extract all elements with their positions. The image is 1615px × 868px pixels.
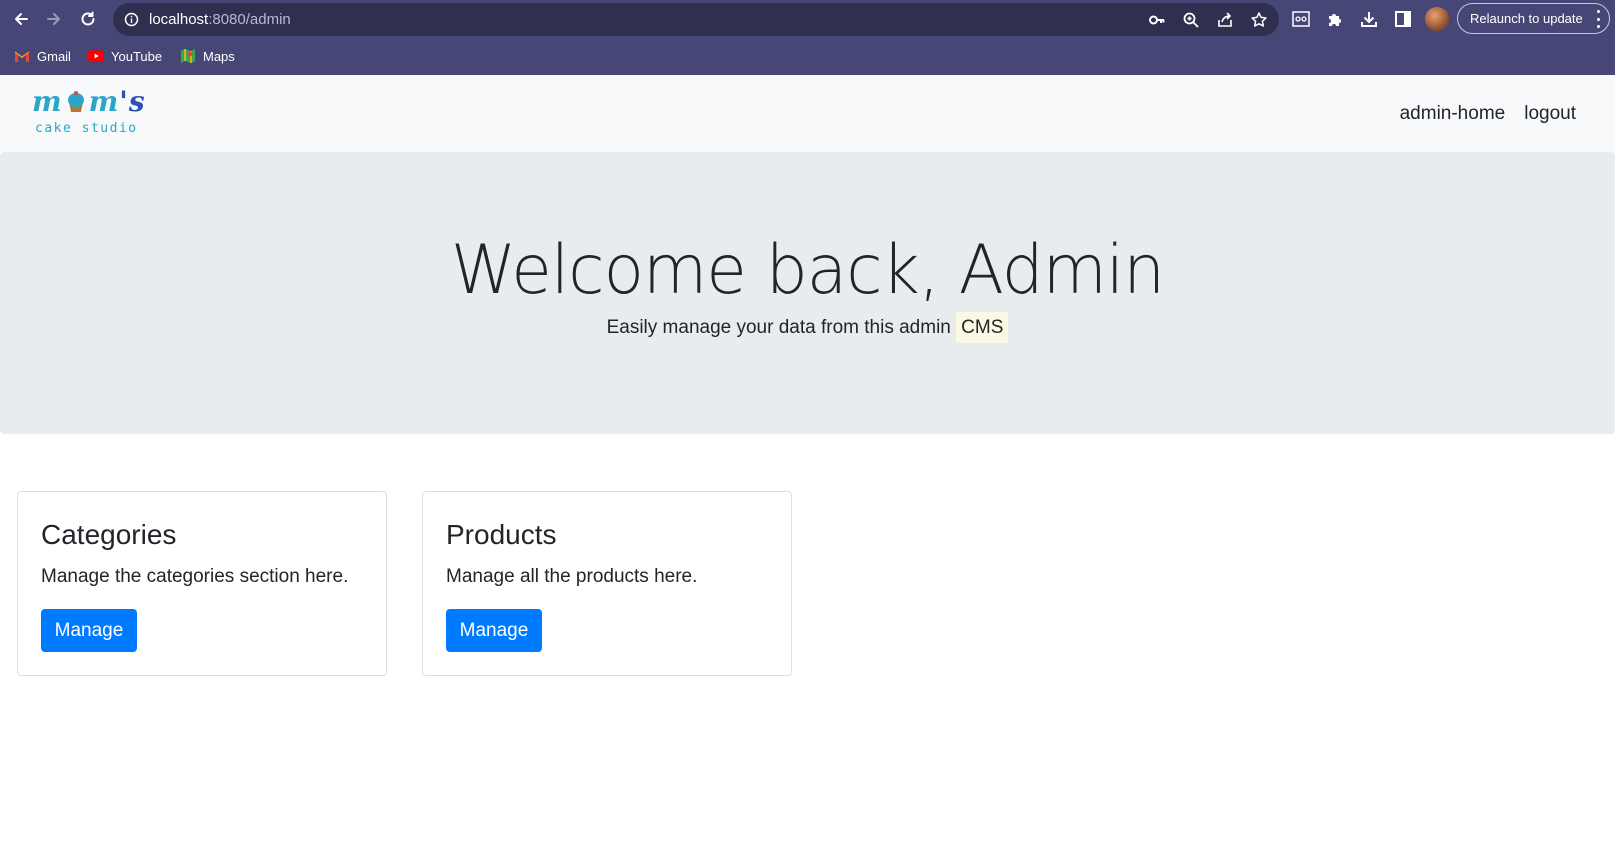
- bookmark-youtube[interactable]: YouTube: [88, 44, 162, 68]
- card-title: Categories: [41, 519, 177, 550]
- gmail-icon: [14, 48, 30, 64]
- side-panel-icon[interactable]: [1391, 7, 1415, 31]
- bookmark-maps[interactable]: Maps: [180, 44, 235, 68]
- card-title: Products: [446, 519, 557, 550]
- bookmarks-bar: Gmail YouTube Maps: [0, 44, 600, 68]
- bookmark-gmail[interactable]: Gmail: [14, 44, 71, 68]
- forward-button[interactable]: [42, 7, 66, 31]
- relaunch-button[interactable]: Relaunch to update: [1457, 3, 1610, 34]
- manage-products-button[interactable]: Manage: [446, 609, 542, 652]
- extension-screen-icon[interactable]: [1289, 7, 1313, 31]
- puzzle-icon[interactable]: [1323, 7, 1347, 31]
- arrow-left-icon: [15, 13, 28, 25]
- card-categories: Categories Manage the categories section…: [17, 491, 387, 676]
- manage-categories-button[interactable]: Manage: [41, 609, 137, 652]
- hero-subtitle-mark: CMS: [956, 312, 1009, 343]
- nav-admin-home[interactable]: admin-home: [1400, 103, 1506, 125]
- card-text: Manage all the products here.: [446, 566, 698, 587]
- nav-links: admin-home logout: [1400, 103, 1576, 125]
- address-bar[interactable]: localhost:8080/admin: [113, 3, 1279, 36]
- hero-subtitle: Easily manage your data from this admin …: [0, 312, 1615, 343]
- zoom-icon[interactable]: [1180, 9, 1202, 31]
- star-icon[interactable]: [1248, 9, 1270, 31]
- key-icon[interactable]: [1146, 9, 1168, 31]
- logo-tagline: cake studio: [35, 121, 138, 136]
- browser-toolbar: localhost:8080/admin Relaunch to update: [0, 0, 1615, 38]
- brand-logo[interactable]: m m's cake studio: [32, 85, 145, 143]
- url-text: localhost:8080/admin: [149, 11, 291, 28]
- card-text: Manage the categories section here.: [41, 566, 349, 587]
- card-products: Products Manage all the products here. M…: [422, 491, 792, 676]
- browser-chrome: localhost:8080/admin Relaunch to update …: [0, 0, 1615, 75]
- nav-logout[interactable]: logout: [1524, 103, 1576, 125]
- reload-icon: [81, 11, 95, 26]
- cupcake-icon: [67, 91, 84, 112]
- more-vert-icon[interactable]: [1595, 10, 1601, 28]
- site-navbar: m m's cake studio admin-home logout: [0, 75, 1615, 152]
- hero-jumbotron: Welcome back, Admin Easily manage your d…: [0, 152, 1615, 434]
- profile-avatar[interactable]: [1425, 7, 1449, 31]
- info-icon[interactable]: [124, 12, 139, 32]
- relaunch-label: Relaunch to update: [1470, 11, 1583, 26]
- hero-title: Welcome back, Admin: [450, 231, 1165, 310]
- maps-icon: [180, 48, 196, 64]
- share-icon[interactable]: [1214, 9, 1236, 31]
- logo-wordmark: m m's: [32, 85, 146, 118]
- back-button[interactable]: [9, 7, 33, 31]
- arrow-right-icon: [47, 13, 60, 25]
- download-icon[interactable]: [1357, 7, 1381, 31]
- youtube-icon: [88, 48, 104, 64]
- reload-button[interactable]: [76, 7, 100, 31]
